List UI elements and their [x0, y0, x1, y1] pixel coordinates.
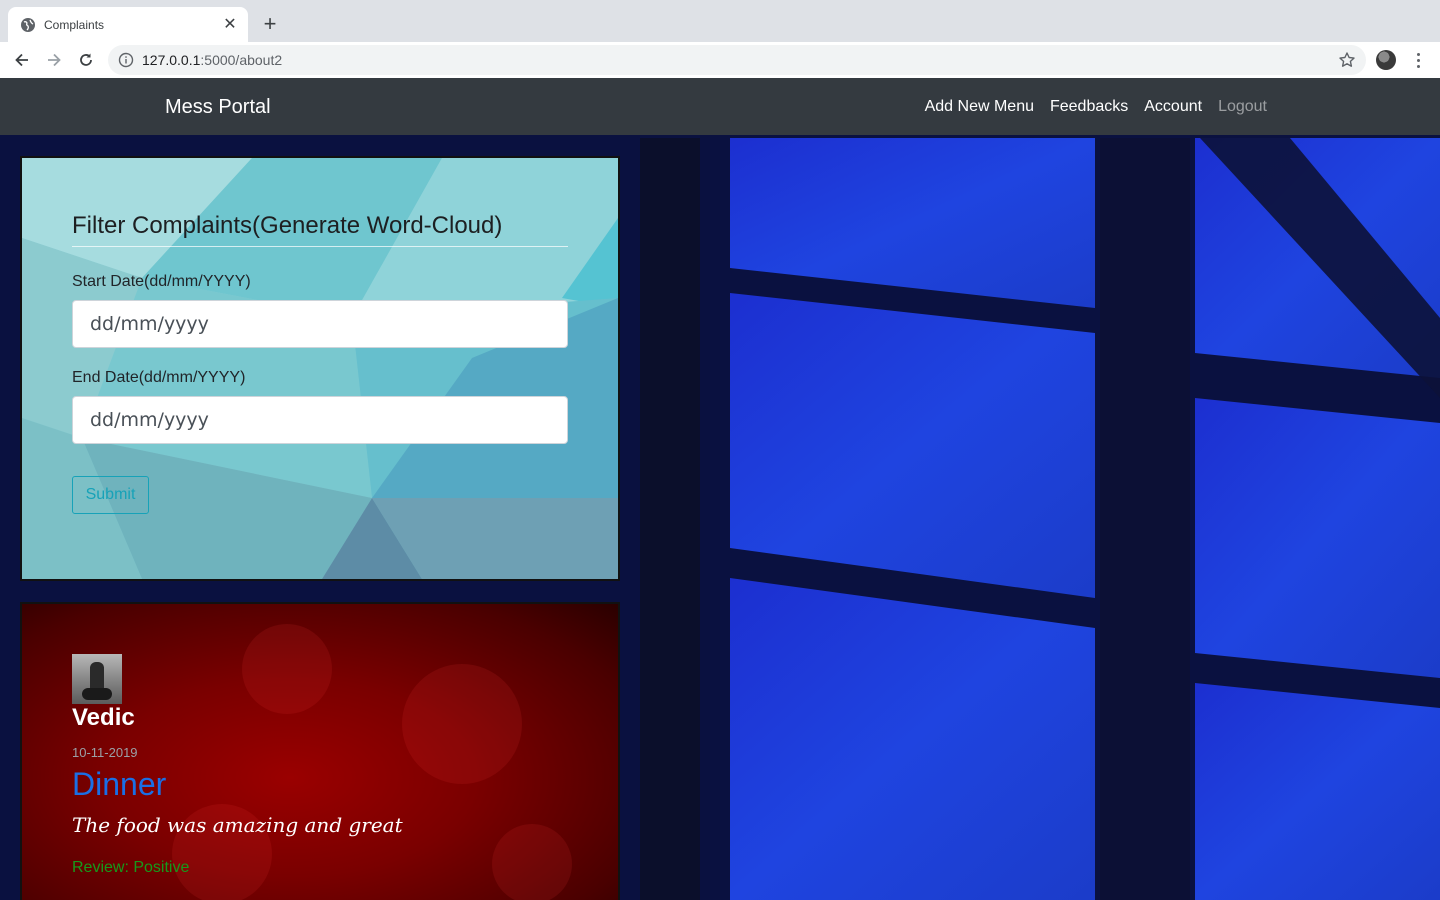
globe-icon [21, 18, 35, 32]
end-date-input[interactable]: dd/mm/yyyy [72, 396, 568, 444]
url-text: 127.0.0.1:5000/about2 [142, 52, 282, 68]
page-content: Mess Portal Add New Menu Feedbacks Accou… [0, 78, 1440, 900]
submit-button[interactable]: Submit [72, 476, 149, 514]
browser-tabstrip: Complaints ✕ + [0, 0, 1440, 42]
url-path: :5000/about2 [200, 52, 283, 68]
url-host: 127.0.0.1 [142, 52, 201, 68]
start-date-input[interactable]: dd/mm/yyyy [72, 300, 568, 348]
back-arrow-icon[interactable] [8, 46, 36, 74]
close-icon[interactable]: ✕ [220, 15, 240, 35]
browser-toolbar: 127.0.0.1:5000/about2 [0, 42, 1440, 78]
avatar [72, 654, 122, 704]
bokeh-decoration [402, 664, 522, 784]
site-navbar: Mess Portal Add New Menu Feedbacks Accou… [0, 78, 1440, 135]
end-date-label: End Date(dd/mm/YYYY) [72, 369, 246, 386]
address-bar[interactable]: 127.0.0.1:5000/about2 [108, 45, 1366, 75]
plus-icon[interactable]: + [258, 12, 282, 36]
info-icon[interactable] [118, 52, 134, 68]
bokeh-decoration [492, 824, 572, 900]
meal-link[interactable]: Dinner [72, 765, 166, 803]
filter-title: Filter Complaints(Generate Word-Cloud) [72, 212, 568, 247]
forward-arrow-icon[interactable] [40, 46, 68, 74]
reload-icon[interactable] [72, 46, 100, 74]
complaint-card: Vedic 10-11-2019 Dinner The food was ama… [20, 602, 620, 900]
nav-links: Add New Menu Feedbacks Account Logout [925, 96, 1267, 118]
nav-logout[interactable]: Logout [1218, 96, 1267, 118]
kebab-menu-icon[interactable] [1408, 48, 1428, 72]
complaint-text: The food was amazing and great [72, 813, 403, 837]
complaint-date: 10-11-2019 [72, 745, 138, 760]
browser-tab[interactable]: Complaints ✕ [8, 7, 248, 42]
star-icon[interactable] [1338, 51, 1356, 69]
tab-title: Complaints [44, 18, 105, 32]
profile-avatar[interactable] [1376, 50, 1396, 70]
user-name: Vedic [72, 704, 135, 731]
nav-feedbacks[interactable]: Feedbacks [1050, 96, 1128, 118]
bokeh-decoration [242, 624, 332, 714]
review-label: Review: Positive [72, 859, 190, 876]
filter-complaints-card: Filter Complaints(Generate Word-Cloud) S… [20, 156, 620, 581]
nav-add-new-menu[interactable]: Add New Menu [925, 96, 1034, 118]
start-date-label: Start Date(dd/mm/YYYY) [72, 273, 251, 290]
brand-link[interactable]: Mess Portal [165, 95, 271, 119]
nav-account[interactable]: Account [1144, 96, 1202, 118]
